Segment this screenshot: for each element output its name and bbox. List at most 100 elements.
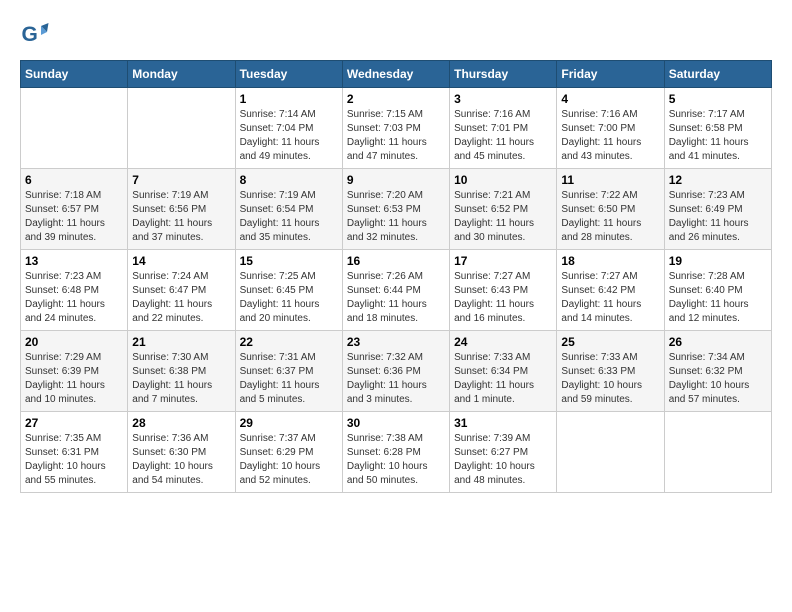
calendar-week-row: 1 Sunrise: 7:14 AMSunset: 7:04 PMDaylight… bbox=[21, 88, 772, 169]
day-number: 10 bbox=[454, 173, 552, 187]
day-info: Sunrise: 7:14 AMSunset: 7:04 PMDaylight:… bbox=[240, 108, 338, 164]
day-info: Sunrise: 7:23 AMSunset: 6:49 PMDaylight:… bbox=[669, 189, 767, 245]
calendar-cell: 15Sunrise: 7:25 AMSunset: 6:45 PMDayligh… bbox=[235, 250, 342, 331]
day-info: Sunrise: 7:34 AMSunset: 6:32 PMDaylight:… bbox=[669, 351, 767, 407]
day-number: 14 bbox=[132, 254, 230, 268]
calendar-cell: 28 Sunrise: 7:36 AMSunset: 6:30 PMDayligh… bbox=[128, 412, 235, 493]
day-info: Sunrise: 7:38 AMSunset: 6:28 PMDaylight:… bbox=[347, 432, 445, 488]
logo: G bbox=[20, 20, 52, 50]
day-info: Sunrise: 7:19 AMSunset: 6:54 PMDaylight:… bbox=[240, 189, 338, 245]
day-number: 26 bbox=[669, 335, 767, 349]
day-info: Sunrise: 7:27 AMSunset: 6:43 PMDaylight:… bbox=[454, 270, 552, 326]
calendar-cell: 2 Sunrise: 7:15 AMSunset: 7:03 PMDaylight… bbox=[342, 88, 449, 169]
weekday-header: Thursday bbox=[450, 61, 557, 88]
calendar-cell: 18 Sunrise: 7:27 AMSunset: 6:42 PMDayligh… bbox=[557, 250, 664, 331]
calendar-week-row: 20 Sunrise: 7:29 AMSunset: 6:39 PMDayligh… bbox=[21, 331, 772, 412]
day-info: Sunrise: 7:30 AMSunset: 6:38 PMDaylight:… bbox=[132, 351, 230, 407]
day-number: 4 bbox=[561, 92, 659, 106]
calendar-cell bbox=[664, 412, 771, 493]
day-number: 2 bbox=[347, 92, 445, 106]
day-number: 22 bbox=[240, 335, 338, 349]
calendar-cell: 10 Sunrise: 7:21 AMSunset: 6:52 PMDayligh… bbox=[450, 169, 557, 250]
day-info: Sunrise: 7:17 AMSunset: 6:58 PMDaylight:… bbox=[669, 108, 767, 164]
calendar-cell: 20 Sunrise: 7:29 AMSunset: 6:39 PMDayligh… bbox=[21, 331, 128, 412]
weekday-header: Saturday bbox=[664, 61, 771, 88]
calendar-cell: 8 Sunrise: 7:19 AMSunset: 6:54 PMDaylight… bbox=[235, 169, 342, 250]
day-info: Sunrise: 7:36 AMSunset: 6:30 PMDaylight:… bbox=[132, 432, 230, 488]
weekday-header: Wednesday bbox=[342, 61, 449, 88]
day-info: Sunrise: 7:29 AMSunset: 6:39 PMDaylight:… bbox=[25, 351, 123, 407]
calendar-cell: 16Sunrise: 7:26 AMSunset: 6:44 PMDayligh… bbox=[342, 250, 449, 331]
calendar-cell: 31Sunrise: 7:39 AMSunset: 6:27 PMDayligh… bbox=[450, 412, 557, 493]
day-number: 31 bbox=[454, 416, 552, 430]
day-number: 24 bbox=[454, 335, 552, 349]
calendar-cell: 12 Sunrise: 7:23 AMSunset: 6:49 PMDayligh… bbox=[664, 169, 771, 250]
day-number: 11 bbox=[561, 173, 659, 187]
day-number: 19 bbox=[669, 254, 767, 268]
calendar-week-row: 6Sunrise: 7:18 AMSunset: 6:57 PMDaylight… bbox=[21, 169, 772, 250]
weekday-header: Friday bbox=[557, 61, 664, 88]
day-number: 9 bbox=[347, 173, 445, 187]
day-number: 27 bbox=[25, 416, 123, 430]
page-header: G bbox=[20, 20, 772, 50]
day-info: Sunrise: 7:32 AMSunset: 6:36 PMDaylight:… bbox=[347, 351, 445, 407]
calendar-cell: 24 Sunrise: 7:33 AMSunset: 6:34 PMDayligh… bbox=[450, 331, 557, 412]
day-number: 15 bbox=[240, 254, 338, 268]
day-info: Sunrise: 7:33 AMSunset: 6:33 PMDaylight:… bbox=[561, 351, 659, 407]
day-number: 7 bbox=[132, 173, 230, 187]
day-info: Sunrise: 7:31 AMSunset: 6:37 PMDaylight:… bbox=[240, 351, 338, 407]
calendar-week-row: 13 Sunrise: 7:23 AMSunset: 6:48 PMDayligh… bbox=[21, 250, 772, 331]
day-info: Sunrise: 7:23 AMSunset: 6:48 PMDaylight:… bbox=[25, 270, 123, 326]
day-info: Sunrise: 7:22 AMSunset: 6:50 PMDaylight:… bbox=[561, 189, 659, 245]
day-info: Sunrise: 7:21 AMSunset: 6:52 PMDaylight:… bbox=[454, 189, 552, 245]
calendar-cell: 5 Sunrise: 7:17 AMSunset: 6:58 PMDaylight… bbox=[664, 88, 771, 169]
calendar-cell bbox=[557, 412, 664, 493]
calendar-cell: 7Sunrise: 7:19 AMSunset: 6:56 PMDaylight… bbox=[128, 169, 235, 250]
day-info: Sunrise: 7:27 AMSunset: 6:42 PMDaylight:… bbox=[561, 270, 659, 326]
day-number: 5 bbox=[669, 92, 767, 106]
day-info: Sunrise: 7:28 AMSunset: 6:40 PMDaylight:… bbox=[669, 270, 767, 326]
day-number: 25 bbox=[561, 335, 659, 349]
day-number: 18 bbox=[561, 254, 659, 268]
day-number: 1 bbox=[240, 92, 338, 106]
calendar-table: SundayMondayTuesdayWednesdayThursdayFrid… bbox=[20, 60, 772, 493]
day-info: Sunrise: 7:20 AMSunset: 6:53 PMDaylight:… bbox=[347, 189, 445, 245]
day-info: Sunrise: 7:37 AMSunset: 6:29 PMDaylight:… bbox=[240, 432, 338, 488]
weekday-header: Sunday bbox=[21, 61, 128, 88]
calendar-cell bbox=[128, 88, 235, 169]
day-number: 8 bbox=[240, 173, 338, 187]
day-info: Sunrise: 7:16 AMSunset: 7:00 PMDaylight:… bbox=[561, 108, 659, 164]
day-info: Sunrise: 7:18 AMSunset: 6:57 PMDaylight:… bbox=[25, 189, 123, 245]
calendar-cell: 17 Sunrise: 7:27 AMSunset: 6:43 PMDayligh… bbox=[450, 250, 557, 331]
weekday-header-row: SundayMondayTuesdayWednesdayThursdayFrid… bbox=[21, 61, 772, 88]
day-info: Sunrise: 7:24 AMSunset: 6:47 PMDaylight:… bbox=[132, 270, 230, 326]
calendar-cell: 4 Sunrise: 7:16 AMSunset: 7:00 PMDaylight… bbox=[557, 88, 664, 169]
calendar-cell: 25 Sunrise: 7:33 AMSunset: 6:33 PMDayligh… bbox=[557, 331, 664, 412]
calendar-cell bbox=[21, 88, 128, 169]
logo-icon: G bbox=[20, 20, 50, 50]
day-number: 28 bbox=[132, 416, 230, 430]
day-number: 16 bbox=[347, 254, 445, 268]
day-number: 30 bbox=[347, 416, 445, 430]
calendar-cell: 6Sunrise: 7:18 AMSunset: 6:57 PMDaylight… bbox=[21, 169, 128, 250]
calendar-cell: 13 Sunrise: 7:23 AMSunset: 6:48 PMDayligh… bbox=[21, 250, 128, 331]
day-number: 3 bbox=[454, 92, 552, 106]
day-number: 13 bbox=[25, 254, 123, 268]
calendar-cell: 21Sunrise: 7:30 AMSunset: 6:38 PMDayligh… bbox=[128, 331, 235, 412]
calendar-cell: 26 Sunrise: 7:34 AMSunset: 6:32 PMDayligh… bbox=[664, 331, 771, 412]
day-info: Sunrise: 7:35 AMSunset: 6:31 PMDaylight:… bbox=[25, 432, 123, 488]
day-number: 17 bbox=[454, 254, 552, 268]
calendar-cell: 1 Sunrise: 7:14 AMSunset: 7:04 PMDaylight… bbox=[235, 88, 342, 169]
weekday-header: Tuesday bbox=[235, 61, 342, 88]
calendar-cell: 19 Sunrise: 7:28 AMSunset: 6:40 PMDayligh… bbox=[664, 250, 771, 331]
calendar-cell: 29 Sunrise: 7:37 AMSunset: 6:29 PMDayligh… bbox=[235, 412, 342, 493]
day-info: Sunrise: 7:16 AMSunset: 7:01 PMDaylight:… bbox=[454, 108, 552, 164]
day-info: Sunrise: 7:15 AMSunset: 7:03 PMDaylight:… bbox=[347, 108, 445, 164]
calendar-cell: 9 Sunrise: 7:20 AMSunset: 6:53 PMDaylight… bbox=[342, 169, 449, 250]
day-info: Sunrise: 7:33 AMSunset: 6:34 PMDaylight:… bbox=[454, 351, 552, 407]
day-number: 29 bbox=[240, 416, 338, 430]
day-number: 12 bbox=[669, 173, 767, 187]
day-number: 20 bbox=[25, 335, 123, 349]
calendar-cell: 30 Sunrise: 7:38 AMSunset: 6:28 PMDayligh… bbox=[342, 412, 449, 493]
day-number: 23 bbox=[347, 335, 445, 349]
